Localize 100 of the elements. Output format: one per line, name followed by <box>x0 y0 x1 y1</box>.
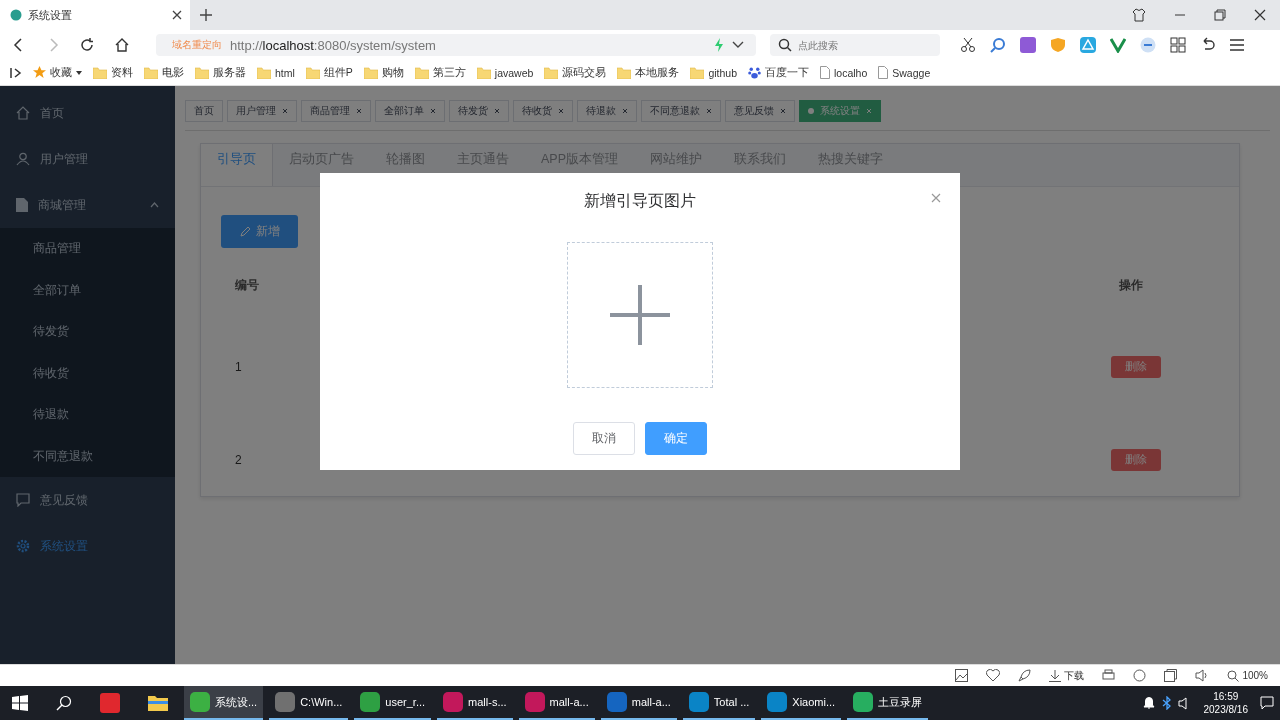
sidebar-toggle-icon[interactable] <box>10 66 22 79</box>
speaker-icon[interactable] <box>1195 669 1210 682</box>
browser-tab[interactable]: 系统设置 <box>0 0 190 30</box>
taskbar-app[interactable]: 系统设... <box>184 686 264 720</box>
bookmark[interactable]: html <box>257 66 295 79</box>
home-icon[interactable] <box>114 37 130 53</box>
new-tab-icon[interactable] <box>200 9 212 21</box>
user-icon <box>16 152 30 166</box>
tag[interactable]: 全部订单 <box>375 100 445 122</box>
tag[interactable]: 待收货 <box>513 100 573 122</box>
submenu-item[interactable]: 不同意退款 <box>0 435 175 477</box>
tab[interactable]: 引导页 <box>201 144 273 186</box>
heart-icon[interactable] <box>986 669 1001 682</box>
delete-button[interactable]: 删除 <box>1111 355 1161 378</box>
dropdown-icon <box>76 70 82 75</box>
sidebar-item[interactable]: 用户管理 <box>0 136 175 182</box>
tag[interactable]: 商品管理 <box>301 100 371 122</box>
chevron-icon[interactable] <box>732 41 744 49</box>
tag[interactable]: 意见反馈 <box>725 100 795 122</box>
confirm-button[interactable]: 确定 <box>645 422 707 455</box>
window-icon[interactable] <box>1164 669 1178 682</box>
bookmark[interactable]: localho <box>820 66 868 79</box>
triangle-icon[interactable] <box>1080 37 1096 53</box>
grid-icon[interactable] <box>1170 37 1186 53</box>
scissors-icon[interactable] <box>960 37 976 53</box>
taskbar-app[interactable]: mall-a... <box>518 686 595 720</box>
bookmark[interactable]: 购物 <box>363 65 404 80</box>
bookmark[interactable]: github <box>690 66 737 79</box>
zoom-button[interactable]: 100% <box>1227 669 1268 682</box>
taskbar-app[interactable]: C:\Win... <box>269 686 349 720</box>
chat-icon <box>16 493 30 507</box>
reload-icon[interactable] <box>80 38 94 52</box>
folder-icon <box>257 66 271 79</box>
taskbar-app[interactable]: user_r... <box>354 686 432 720</box>
globe-icon[interactable] <box>1133 669 1147 682</box>
taskbar-app[interactable]: 土豆录屏 <box>847 686 929 720</box>
tag[interactable]: 首页 <box>185 100 223 122</box>
minus-circle-icon[interactable] <box>1140 37 1156 53</box>
folder-icon <box>414 66 429 79</box>
tag[interactable]: 待退款 <box>577 100 637 122</box>
bell-icon[interactable] <box>1141 696 1156 710</box>
v-icon[interactable] <box>1110 37 1126 53</box>
taskbar-app[interactable]: Xiaomi... <box>761 686 842 720</box>
app-icon <box>853 692 874 712</box>
bookmark[interactable]: 电影 <box>144 65 184 80</box>
star-icon <box>33 66 46 79</box>
column-header: 编号 <box>235 276 259 294</box>
image-icon[interactable] <box>955 669 969 682</box>
folder-icon <box>476 66 491 79</box>
add-button[interactable]: 新增 <box>221 215 298 248</box>
windows-icon[interactable] <box>12 695 28 711</box>
app-icon <box>524 692 545 712</box>
submenu-item[interactable]: 待发货 <box>0 311 175 353</box>
sidebar-item[interactable]: 商城管理 <box>0 182 175 228</box>
folder-icon <box>544 66 559 79</box>
restore-icon[interactable] <box>1214 9 1226 21</box>
taskbar-app[interactable]: mall-s... <box>437 686 513 720</box>
sidebar-item[interactable]: 首页 <box>0 90 175 136</box>
bookmark[interactable]: javaweb <box>476 66 534 79</box>
submenu-item[interactable]: 全部订单 <box>0 269 175 311</box>
submenu-item[interactable]: 商品管理 <box>0 228 175 270</box>
bookmark[interactable]: 服务器 <box>195 65 246 80</box>
bookmark[interactable]: 本地服务 <box>617 65 680 80</box>
printer-icon[interactable] <box>1102 669 1116 682</box>
search-field[interactable]: 点此搜索 <box>770 34 940 56</box>
sidebar-item[interactable]: 系统设置 <box>0 523 175 569</box>
delete-button[interactable]: 删除 <box>1111 448 1161 471</box>
bookmark[interactable]: 第三方 <box>414 65 466 80</box>
taskbar-app[interactable]: mall-a... <box>600 686 677 720</box>
magnifier-icon[interactable] <box>990 37 1006 53</box>
search-icon[interactable] <box>56 695 72 711</box>
table-cell: 1 <box>235 359 242 374</box>
menu-icon[interactable] <box>1230 39 1244 51</box>
shirt-icon[interactable] <box>1132 8 1146 22</box>
download-button[interactable]: 下载 <box>1049 668 1085 683</box>
close-icon[interactable] <box>172 10 182 20</box>
bookmark[interactable]: 资料 <box>93 65 133 80</box>
submenu-item[interactable]: 待收货 <box>0 352 175 394</box>
bookmark[interactable]: Swagge <box>878 66 931 79</box>
bookmark[interactable]: 组件P <box>305 65 353 80</box>
plus-icon <box>610 285 670 345</box>
taskbar-app[interactable]: Total ... <box>682 686 756 720</box>
bookmark[interactable]: 收藏 <box>33 65 82 80</box>
submenu-item[interactable]: 待退款 <box>0 394 175 436</box>
notification-icon[interactable] <box>1260 696 1274 710</box>
address-bar[interactable]: 域名重定向 http://localhost:8080/system/system <box>156 34 756 56</box>
bookmark[interactable]: 源码交易 <box>544 65 607 80</box>
close-icon[interactable] <box>1254 9 1266 21</box>
upload-box[interactable] <box>567 242 713 388</box>
page-icon <box>820 66 830 79</box>
tag[interactable]: 待发货 <box>449 100 509 122</box>
tag[interactable]: 系统设置 <box>799 100 881 122</box>
sidebar-item[interactable]: 意见反馈 <box>0 477 175 523</box>
tag[interactable]: 用户管理 <box>227 100 297 122</box>
tag[interactable]: 不同意退款 <box>641 100 721 122</box>
folder-icon[interactable] <box>148 695 168 711</box>
edit-icon <box>239 226 251 237</box>
bluetooth-icon[interactable] <box>1161 696 1172 710</box>
bookmark[interactable]: 百度一下 <box>748 65 809 80</box>
cancel-button[interactable]: 取消 <box>573 422 635 455</box>
